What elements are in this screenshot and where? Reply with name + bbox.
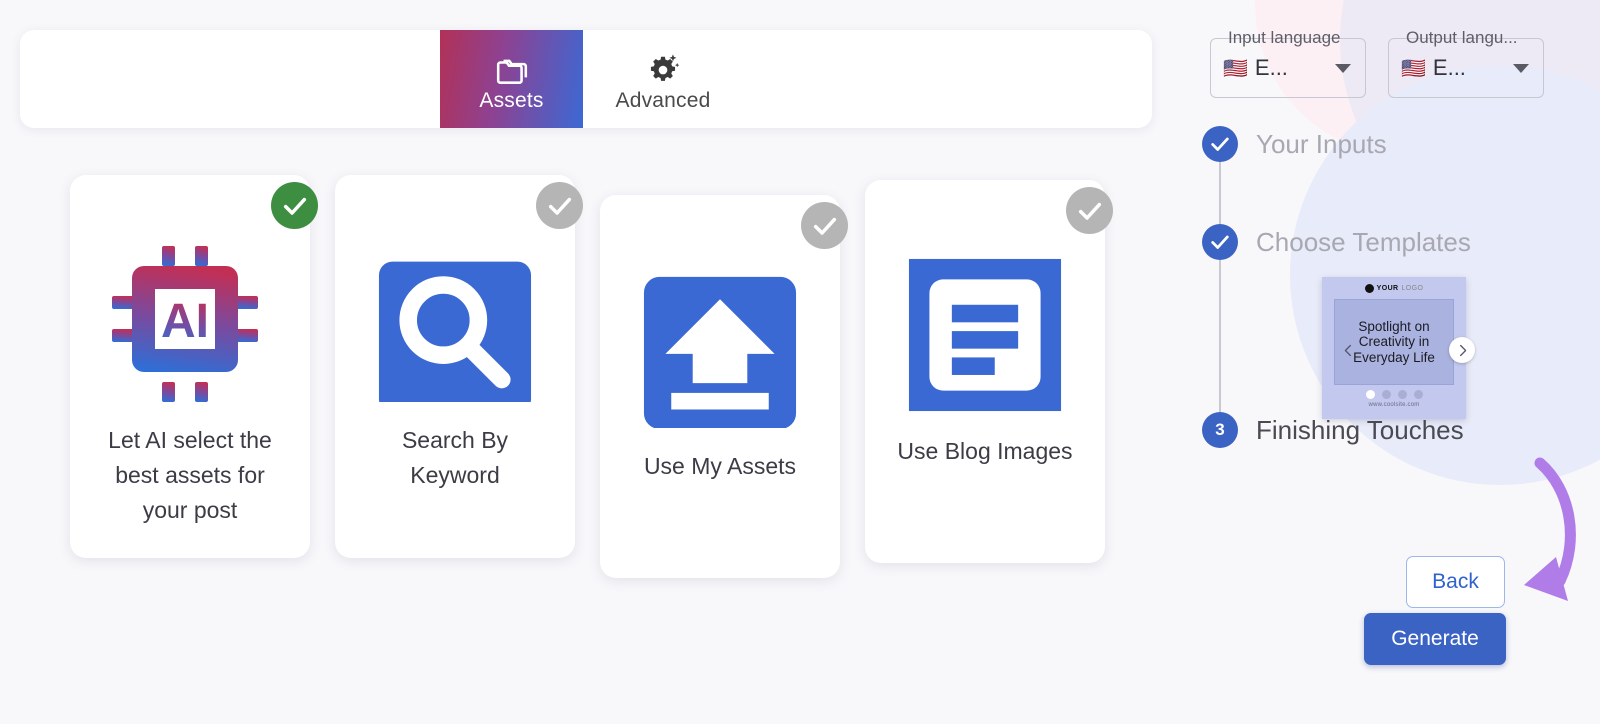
input-language-text: E...: [1254, 55, 1288, 80]
step-connector: [1219, 162, 1221, 224]
language-selectors: Input language 🇺🇸 E... Output langu... 🇺…: [1210, 28, 1544, 98]
asset-card-use-my-assets[interactable]: Use My Assets: [600, 195, 848, 578]
asset-card-ai-select[interactable]: AI Let AI select the best assets for you…: [70, 175, 318, 558]
template-pagination-dots: [1365, 390, 1423, 399]
chevron-right-icon[interactable]: [1449, 337, 1475, 363]
template-logo: YOUR LOGO: [1364, 284, 1424, 293]
chevron-down-icon[interactable]: [1335, 63, 1351, 73]
step-number-badge: 3: [1202, 412, 1238, 448]
flag-icon: 🇺🇸: [1223, 57, 1248, 80]
asset-card-label: Use Blog Images: [897, 438, 1073, 464]
output-language-select[interactable]: Output langu... 🇺🇸 E...: [1388, 28, 1544, 98]
template-preview-carousel: YOUR LOGO Spotlight on Creativity in Eve…: [1322, 277, 1475, 419]
template-logo-logo: LOGO: [1401, 285, 1424, 292]
check-badge-unselected[interactable]: [1066, 187, 1113, 234]
template-logo-your: YOUR: [1376, 285, 1399, 292]
logo-mark-icon: [1364, 284, 1374, 293]
input-language-legend: Input language: [1228, 28, 1341, 47]
svg-text:AI: AI: [161, 295, 209, 348]
asset-card-label: Let AI select the best assets for your p…: [108, 427, 272, 523]
gear-sparkle-icon: [645, 46, 681, 86]
asset-card-label: Search By Keyword: [401, 427, 509, 488]
input-language-value: 🇺🇸 E...: [1223, 55, 1288, 81]
output-language-value: 🇺🇸 E...: [1401, 55, 1466, 81]
output-language-legend: Output langu...: [1406, 28, 1518, 47]
step-your-inputs[interactable]: Your Inputs: [1202, 126, 1600, 162]
tab-advanced-label: Advanced: [615, 88, 711, 112]
generate-button[interactable]: Generate: [1364, 613, 1506, 665]
magnifier-icon: [377, 229, 533, 419]
pagination-dot[interactable]: [1365, 390, 1375, 399]
flag-icon: 🇺🇸: [1401, 57, 1426, 80]
check-badge-unselected[interactable]: [801, 202, 848, 249]
pagination-dot[interactable]: [1413, 390, 1423, 399]
template-preview-card[interactable]: YOUR LOGO Spotlight on Creativity in Eve…: [1322, 277, 1475, 419]
step-your-inputs-label: Your Inputs: [1256, 128, 1387, 159]
tab-advanced[interactable]: Advanced: [583, 30, 743, 128]
upload-icon: [642, 255, 798, 445]
annotation-arrow-icon: [1524, 457, 1576, 601]
chevron-down-icon[interactable]: [1513, 63, 1529, 73]
asset-card-list: AI Let AI select the best assets for you…: [70, 175, 1113, 578]
asset-card-search-keyword[interactable]: Search By Keyword: [335, 175, 583, 558]
step-finishing-touches-label: Finishing Touches: [1256, 414, 1464, 445]
tab-bar: Assets Advanced: [20, 30, 1152, 128]
step-choose-templates-label: Choose Templates: [1256, 226, 1471, 257]
check-badge-selected[interactable]: [271, 182, 318, 229]
back-button[interactable]: Back: [1406, 556, 1505, 608]
step-check-icon: [1202, 126, 1238, 162]
step-connector: [1219, 260, 1221, 412]
output-language-text: E...: [1432, 55, 1466, 80]
tab-bar-spacer: [20, 30, 440, 128]
chevron-left-icon[interactable]: [1335, 337, 1361, 363]
step-check-icon: [1202, 224, 1238, 260]
check-badge-unselected[interactable]: [536, 182, 583, 229]
app-root: Assets Advanced AI Let AI select the bes…: [0, 0, 1600, 724]
input-language-select[interactable]: Input language 🇺🇸 E...: [1210, 28, 1366, 98]
asset-card-use-blog-images[interactable]: Use Blog Images: [865, 180, 1113, 563]
tab-assets[interactable]: Assets: [440, 30, 583, 128]
folders-icon: [495, 46, 529, 86]
step-choose-templates[interactable]: Choose Templates: [1202, 224, 1600, 260]
tab-assets-label: Assets: [479, 88, 544, 112]
blog-lines-icon: [907, 240, 1063, 430]
pagination-dot[interactable]: [1381, 390, 1391, 399]
ai-chip-icon: AI: [110, 229, 270, 419]
pagination-dot[interactable]: [1397, 390, 1407, 399]
asset-card-label: Use My Assets: [643, 453, 797, 479]
template-url: www.coolsite.com: [1368, 402, 1420, 408]
